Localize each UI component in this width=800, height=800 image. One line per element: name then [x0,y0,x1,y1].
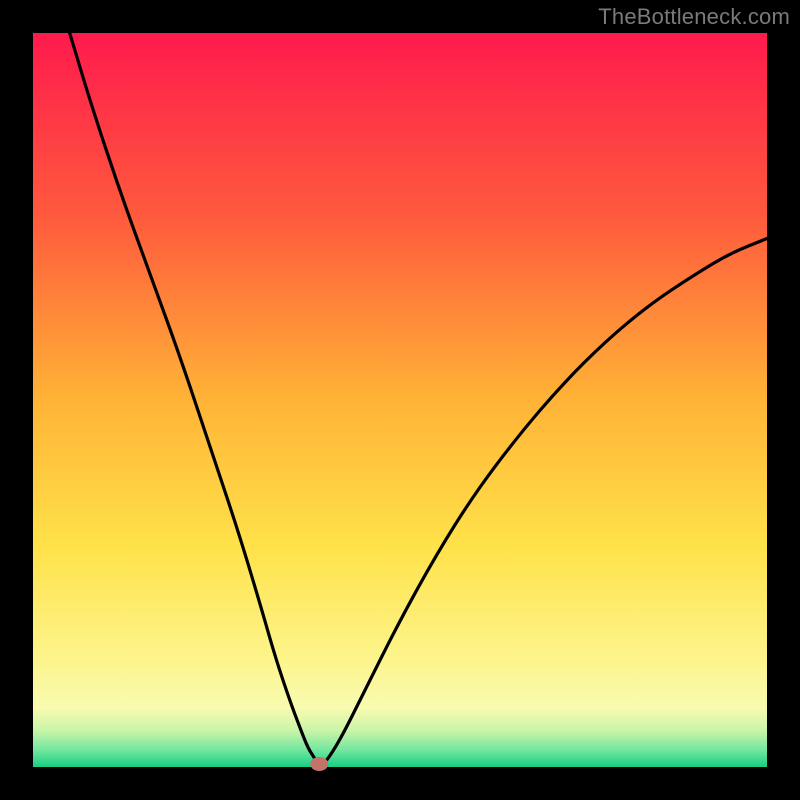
chart-stage: TheBottleneck.com [0,0,800,800]
plot-background [33,33,767,767]
bottleneck-chart [0,0,800,800]
minimum-marker [310,757,328,771]
watermark-text: TheBottleneck.com [598,4,790,30]
